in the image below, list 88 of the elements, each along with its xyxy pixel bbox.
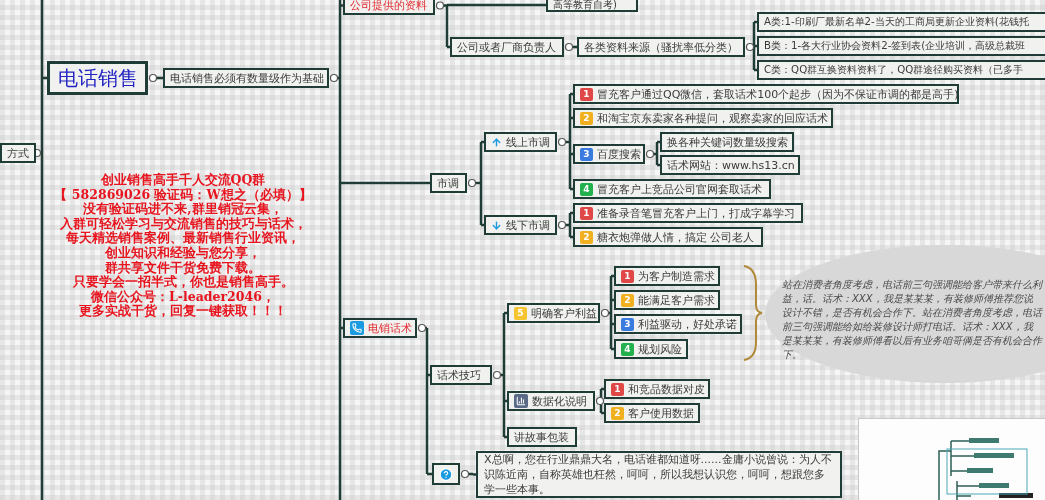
topic-label: 百度搜索 (597, 148, 641, 160)
collapse-toggle[interactable] (745, 42, 755, 52)
topic-label: 明确客户利益 (531, 307, 597, 319)
topic-node[interactable]: A类:1-印刷厂最新名单2-当天的工商局更新企业资料(花钱托 (757, 12, 1045, 32)
topic-node[interactable]: 方式 (0, 143, 36, 163)
collapse-toggle[interactable] (645, 149, 655, 159)
topic-node[interactable]: 电销话术 (343, 318, 417, 338)
collapse-toggle[interactable] (435, 1, 445, 10)
connector-line (564, 211, 575, 239)
topic-node[interactable]: 1 为客户制造需求 (614, 266, 720, 286)
topic-node[interactable]: 线下市调 (484, 215, 557, 235)
collapse-toggle[interactable] (329, 73, 339, 83)
collapse-toggle[interactable] (417, 323, 427, 333)
topic-node[interactable]: 各类资料来源（骚扰率低分类） (577, 37, 745, 57)
priority-badge: 2 (580, 230, 593, 244)
priority-badge: 5 (514, 306, 527, 320)
topic-node[interactable]: 4 规划风险 (614, 339, 688, 359)
bar-chart-icon (514, 394, 528, 408)
priority-badge: 2 (621, 293, 634, 307)
topic-node[interactable]: 话术技巧 (430, 365, 492, 385)
collapse-toggle[interactable] (460, 469, 470, 479)
topic-node[interactable]: 2 能满足客户需求 (614, 290, 720, 310)
topic-node[interactable]: 话术网站：www.hs13.cn (660, 155, 800, 175)
priority-badge: 2 (611, 406, 624, 420)
topic-node[interactable]: 数据化说明 (507, 391, 595, 411)
promo-text: 创业销售高手千人交流QQ群 【 582869026 验证码：W想之（必填）】 没有验证码进不来,群里销冠云集， 入群可轻松学习与交流销售的技巧与话术， 每天精选销售案例、最新销售行业资讯， 创业知识和经验与您分享， 群共享文件干货免费下载。 只要学会一招半式，你也是销售高手。 微信公众号：L-leader2046， 更多实战干货，回复一键获取！！！ (53, 173, 313, 319)
collapse-toggle[interactable] (492, 370, 502, 380)
topic-node[interactable]: 市调 (430, 173, 467, 193)
topic-node[interactable]: 高等教育自考) (546, 0, 638, 12)
topic-label: 和淘宝京东卖家各种提问，观察卖家的回应话术 (597, 112, 828, 124)
central-topic[interactable]: 电话销售 (47, 61, 148, 95)
collapse-toggle[interactable] (595, 396, 605, 406)
topic-node[interactable]: 公司提供的资料 (343, 0, 435, 15)
connector-line (652, 140, 662, 167)
topic-node[interactable]: 讲故事包装 (507, 427, 577, 447)
priority-badge: 1 (580, 206, 593, 220)
minimap-panel[interactable] (858, 418, 1045, 500)
topic-node[interactable]: 1 冒充客户通过QQ微信，套取话术100个起步（因为不保证市调的都是高手) (573, 84, 959, 104)
topic-node[interactable]: 公司或者厂商负责人 (450, 37, 564, 57)
topic-label: 规划风险 (638, 343, 682, 355)
callout-text: 站在消费者角度考虑，电话前三句强调能给客户带来什么利益，话。话术：XXX，我是某某某，有装修师傅推荐您说设计不错，是否有机会合作下。站在消费者角度考虑，电话前三句强调能给如给装修设计师打电话。话术：XXX，我是某某某，有装修师傅看以后有业务咱哥俩是否有机会合作下。 (782, 278, 1042, 362)
topic-node[interactable]: 5 明确客户利益 (507, 303, 600, 323)
topic-node[interactable]: 1 准备录音笔冒充客户上门，打成字幕学习 (573, 203, 803, 223)
topic-label: 能满足客户需求 (638, 294, 715, 306)
topic-node[interactable] (432, 463, 460, 485)
topic-node[interactable]: 2 客户使用数据 (604, 403, 700, 423)
topic-node[interactable]: 3 利益驱动，好处承诺 (614, 314, 742, 334)
topic-label: 冒充客户通过QQ微信，套取话术100个起步（因为不保证市调的都是高手) (597, 88, 959, 100)
topic-node[interactable]: 线上市调 (484, 132, 557, 152)
topic-node[interactable]: C类：QQ群互换资料资料了，QQ群途径购买资料（已多手 (757, 60, 1045, 80)
collapse-toggle[interactable] (557, 137, 567, 147)
topic-label: 为客户制造需求 (638, 270, 715, 282)
help-icon (439, 466, 453, 482)
collapse-toggle[interactable] (564, 42, 574, 52)
collapse-toggle[interactable] (600, 308, 610, 318)
topic-node[interactable]: 3 百度搜索 (573, 144, 645, 164)
priority-badge: 1 (621, 269, 634, 283)
connector-line (752, 20, 759, 72)
note-node[interactable]: X总啊，您在行业鼎鼎大名，电话谁都知道呀......金庸小说曾说：为人不识陈近南，自称英雄也枉然，呵呵，所以我想认识您，呵呵，想跟您多学一些本事。 (476, 451, 842, 498)
topic-label: 和竞品数据对皮 (628, 383, 705, 395)
topic-node[interactable]: 换各种关键词数量级搜索 (660, 132, 794, 152)
topic-label: 数据化说明 (532, 395, 587, 407)
topic-label: 线下市调 (506, 219, 550, 231)
topic-label: 电销话术 (368, 322, 412, 334)
priority-badge: 3 (621, 317, 634, 331)
connector-line (599, 387, 606, 415)
phone-icon (350, 321, 364, 335)
topic-label: 准备录音笔冒充客户上门，打成字幕学习 (597, 207, 795, 219)
priority-badge: 4 (621, 342, 634, 356)
topic-label: 糖衣炮弹做人情，搞定 公司老人 (597, 231, 755, 243)
collapse-toggle[interactable] (467, 178, 477, 188)
topic-label: 冒充客户上竞品公司官网套取话术 (597, 183, 762, 195)
topic-node[interactable]: 2 和淘宝京东卖家各种提问，观察卖家的回应话术 (573, 108, 833, 128)
priority-badge: 3 (580, 147, 593, 161)
topic-label: 客户使用数据 (628, 407, 694, 419)
topic-node[interactable]: 电话销售必须有数量级作为基础 (163, 68, 329, 88)
collapse-toggle[interactable] (148, 73, 158, 83)
collapse-toggle[interactable] (557, 220, 567, 230)
topic-node[interactable]: B类：1-各大行业协会资料2-签到表(企业培训，高级总裁班 (757, 36, 1045, 56)
topic-node[interactable]: 2 糖衣炮弹做人情，搞定 公司老人 (573, 227, 763, 247)
priority-badge: 4 (580, 182, 593, 196)
topic-label: 利益驱动，好处承诺 (638, 318, 737, 330)
topic-label: 线上市调 (506, 136, 550, 148)
priority-badge: 1 (611, 382, 624, 396)
priority-badge: 1 (580, 87, 593, 101)
topic-node[interactable]: 4 冒充客户上竞品公司官网套取话术 (573, 179, 771, 199)
topic-node[interactable]: 1 和竞品数据对皮 (604, 379, 710, 399)
priority-badge: 2 (580, 111, 593, 125)
